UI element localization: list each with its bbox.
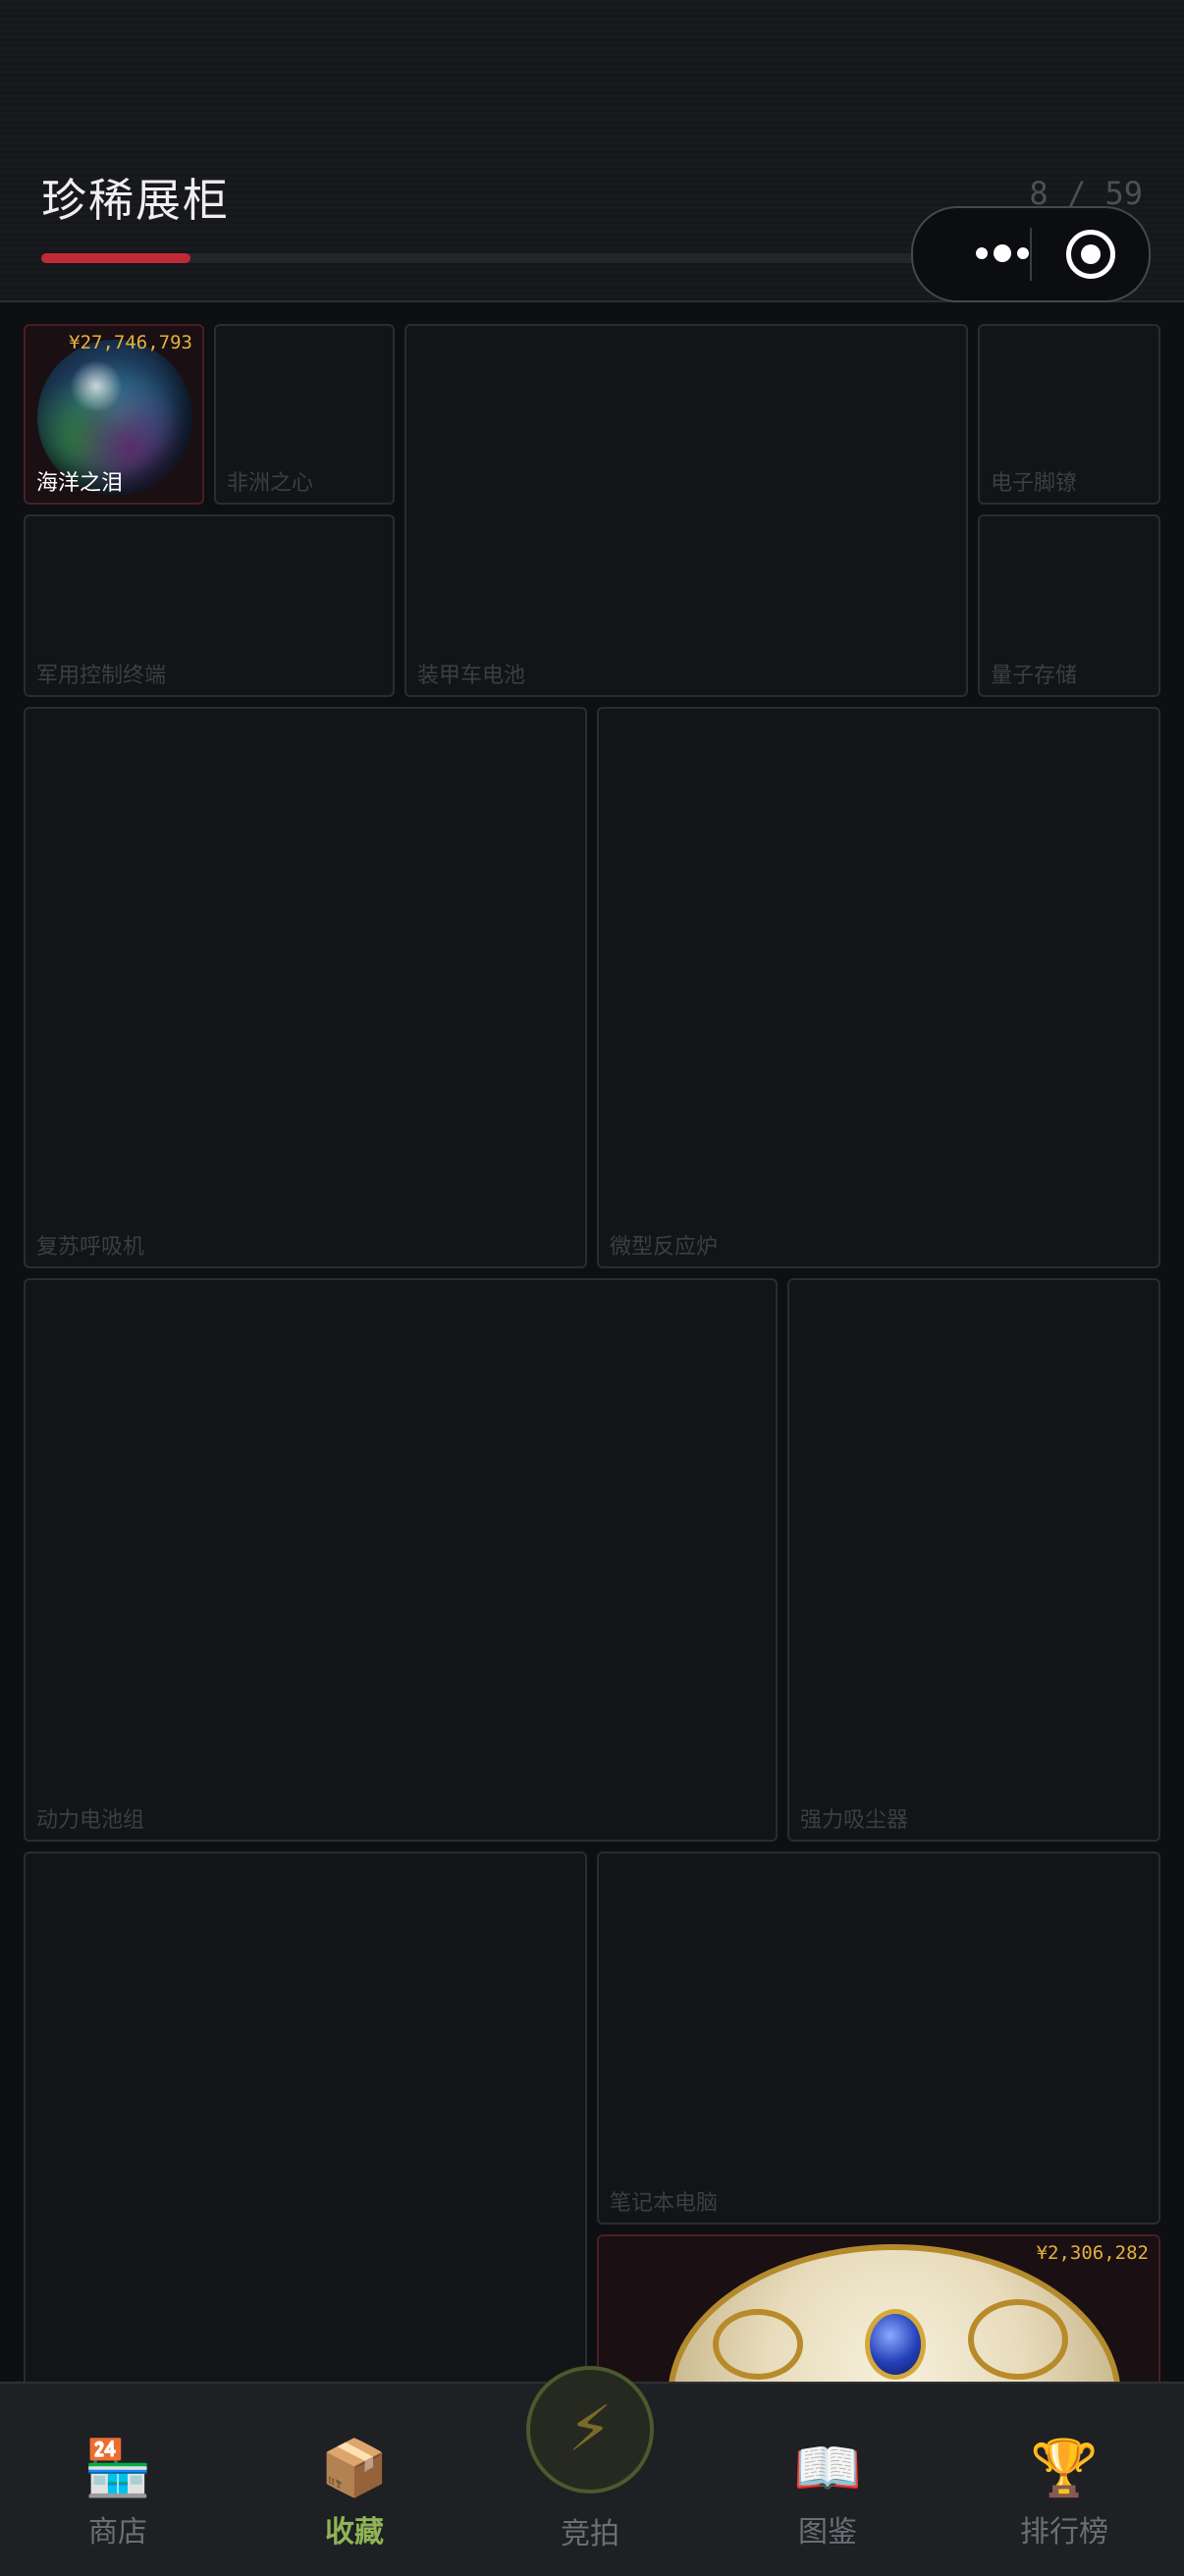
card-revive-respirator[interactable]: 复苏呼吸机 bbox=[24, 707, 587, 1268]
capsule-divider bbox=[1030, 228, 1032, 281]
trophy-icon: 🏆 bbox=[1030, 2437, 1099, 2500]
card-price: ¥2,306,282 bbox=[1036, 2242, 1149, 2264]
card-label: 装甲车电池 bbox=[417, 664, 526, 688]
collection-progress-fill bbox=[41, 253, 191, 263]
card-label: 军用控制终端 bbox=[36, 664, 167, 688]
jeweled-egg-image bbox=[668, 2244, 1121, 2399]
card-power-pack[interactable]: 动力电池组 bbox=[24, 1278, 778, 1842]
auction-button[interactable]: ⚡ bbox=[526, 2366, 654, 2494]
target-circle-icon[interactable] bbox=[1066, 230, 1115, 279]
card-egg[interactable]: ¥2,306,282 bbox=[597, 2234, 1160, 2401]
card-label: 动力电池组 bbox=[36, 1808, 145, 1833]
card-africa-heart[interactable]: 非洲之心 bbox=[214, 324, 395, 505]
page-header: 珍稀展柜 8 / 59 bbox=[0, 0, 1184, 302]
mini-program-capsule bbox=[911, 206, 1151, 302]
nav-collection-label: 收藏 bbox=[325, 2515, 384, 2549]
card-label: 强力吸尘器 bbox=[800, 1808, 909, 1833]
card-label: 电子脚镣 bbox=[991, 471, 1078, 496]
nav-codex-label: 图鉴 bbox=[798, 2515, 857, 2549]
more-dots-icon[interactable] bbox=[946, 238, 1064, 271]
card-micro-reactor[interactable]: 微型反应炉 bbox=[597, 707, 1160, 1268]
card-price: ¥27,746,793 bbox=[69, 332, 192, 353]
nav-shop-label: 商店 bbox=[88, 2515, 147, 2549]
nav-collection[interactable]: 📦 收藏 bbox=[276, 2435, 433, 2550]
book-icon: 📖 bbox=[793, 2437, 862, 2500]
card-label: 微型反应炉 bbox=[610, 1235, 719, 1260]
card-laptop[interactable]: 笔记本电脑 bbox=[597, 1852, 1160, 2225]
nav-auction-label: 竞拍 bbox=[561, 2517, 619, 2551]
card-label: 笔记本电脑 bbox=[610, 2191, 719, 2216]
page-title: 珍稀展柜 bbox=[41, 174, 230, 227]
card-apc-battery[interactable]: 装甲车电池 bbox=[404, 324, 968, 697]
card-label: 量子存储 bbox=[991, 664, 1078, 688]
nav-ranking[interactable]: 🏆 排行榜 bbox=[986, 2435, 1143, 2550]
card-label: 非洲之心 bbox=[227, 471, 314, 496]
shop-24-icon: 🏪 bbox=[83, 2437, 152, 2500]
card-vacuum[interactable]: 强力吸尘器 bbox=[787, 1278, 1160, 1842]
card-ocean-tear[interactable]: ¥27,746,793 海洋之泪 bbox=[24, 324, 204, 505]
box-icon: 📦 bbox=[320, 2437, 389, 2500]
card-quantum-storage[interactable]: 量子存储 bbox=[978, 514, 1160, 697]
card-unknown-tall[interactable] bbox=[24, 1852, 587, 2401]
nav-codex[interactable]: 📖 图鉴 bbox=[749, 2435, 906, 2550]
lightning-icon: ⚡ bbox=[567, 2393, 613, 2466]
card-e-anklet[interactable]: 电子脚镣 bbox=[978, 324, 1160, 505]
card-label: 复苏呼吸机 bbox=[36, 1235, 145, 1260]
card-label: 海洋之泪 bbox=[36, 471, 124, 496]
card-mil-terminal[interactable]: 军用控制终端 bbox=[24, 514, 395, 697]
egg-gem bbox=[865, 2309, 926, 2380]
nav-ranking-label: 排行榜 bbox=[1020, 2515, 1108, 2549]
nav-shop[interactable]: 🏪 商店 bbox=[39, 2435, 196, 2550]
